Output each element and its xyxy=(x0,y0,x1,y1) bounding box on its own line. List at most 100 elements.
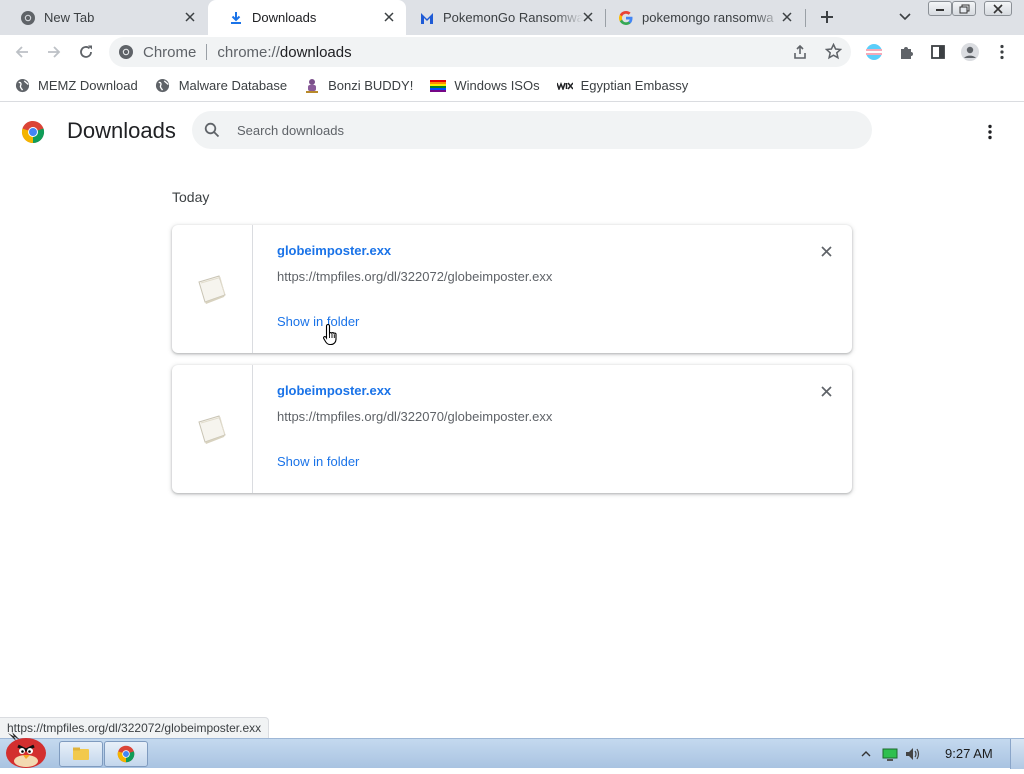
tab-separator xyxy=(805,9,806,27)
restore-icon xyxy=(959,4,969,13)
tab-google-search[interactable]: pokemongo ransomwa xyxy=(606,0,804,35)
show-hidden-icons-button[interactable] xyxy=(858,746,874,762)
file-url[interactable]: https://tmpfiles.org/dl/322070/globeimpo… xyxy=(277,409,552,424)
download-item: globeimposter.exx https://tmpfiles.org/d… xyxy=(172,225,852,353)
bookmark-label: MEMZ Download xyxy=(38,78,138,93)
date-heading: Today xyxy=(172,189,210,205)
forward-button[interactable] xyxy=(40,38,68,66)
file-icon-cell xyxy=(172,365,253,493)
search-downloads[interactable] xyxy=(192,111,872,149)
taskbar-explorer[interactable] xyxy=(59,741,103,767)
address-bar[interactable]: Chrome chrome:// downloads xyxy=(109,37,851,67)
kebab-menu-icon xyxy=(988,124,992,140)
close-tab-icon[interactable] xyxy=(382,10,396,24)
bookmark-star-icon[interactable] xyxy=(824,42,843,64)
profile-button[interactable] xyxy=(956,38,984,66)
angry-bird-icon xyxy=(6,732,46,768)
search-icon xyxy=(204,121,222,139)
globe-icon xyxy=(155,78,171,94)
arrow-right-icon xyxy=(48,46,61,58)
wix-icon xyxy=(556,78,573,94)
side-panel-button[interactable] xyxy=(924,38,952,66)
kebab-menu-icon xyxy=(1000,44,1004,60)
chrome-icon xyxy=(118,44,134,60)
arrow-left-icon xyxy=(15,46,28,58)
taskbar-chrome[interactable] xyxy=(104,741,148,767)
chevron-up-icon xyxy=(861,751,871,757)
bonzi-icon xyxy=(304,78,320,94)
bookmark-label: Egyptian Embassy xyxy=(580,78,689,93)
tab-strip: New Tab Downloads PokemonGo Ransomwa pok… xyxy=(0,0,1024,35)
reload-button[interactable] xyxy=(72,38,100,66)
show-in-folder-link[interactable]: Show in folder xyxy=(277,454,359,469)
folder-icon xyxy=(73,747,89,760)
tab-title: PokemonGo Ransomwa xyxy=(443,10,583,25)
bookmarks-bar: MEMZ Download Malware Database Bonzi BUD… xyxy=(0,70,1024,102)
google-icon xyxy=(618,10,634,26)
url-scheme: chrome:// xyxy=(217,43,280,61)
tab-title: pokemongo ransomwa xyxy=(642,10,774,25)
file-icon xyxy=(198,275,226,304)
minimize-window-button[interactable] xyxy=(928,1,952,16)
new-tab-button[interactable] xyxy=(815,5,839,29)
bookmark-windows-isos[interactable]: Windows ISOs xyxy=(430,78,540,94)
file-name-link[interactable]: globeimposter.exx xyxy=(277,383,391,398)
reload-icon xyxy=(80,45,92,58)
minimize-icon xyxy=(936,8,944,11)
more-actions-button[interactable] xyxy=(978,120,1002,144)
close-tab-icon[interactable] xyxy=(780,10,794,24)
restore-window-button[interactable] xyxy=(952,1,976,16)
tab-downloads[interactable]: Downloads xyxy=(208,0,406,35)
close-icon xyxy=(820,385,832,397)
chevron-down-icon xyxy=(899,13,911,21)
bookmark-malware-database[interactable]: Malware Database xyxy=(155,78,287,94)
bookmark-label: Windows ISOs xyxy=(454,78,540,93)
download-icon xyxy=(228,10,244,26)
tab-new-tab[interactable]: New Tab xyxy=(0,0,207,35)
file-icon xyxy=(198,415,226,444)
download-item: globeimposter.exx https://tmpfiles.org/d… xyxy=(172,365,852,493)
close-tab-icon[interactable] xyxy=(581,10,595,24)
remove-download-button[interactable] xyxy=(816,381,836,401)
close-tab-icon[interactable] xyxy=(183,10,197,24)
browser-menu-button[interactable] xyxy=(988,38,1016,66)
trans-flag-icon xyxy=(866,44,882,60)
chrome-icon xyxy=(20,10,36,26)
downloads-header: Downloads xyxy=(0,103,1024,159)
browser-toolbar: Chrome chrome:// downloads xyxy=(0,35,1024,70)
show-desktop-button[interactable] xyxy=(1010,739,1024,769)
file-name-link[interactable]: globeimposter.exx xyxy=(277,243,391,258)
remove-download-button[interactable] xyxy=(816,241,836,261)
bookmark-bonzi-buddy[interactable]: Bonzi BUDDY! xyxy=(304,78,413,94)
back-button[interactable] xyxy=(8,38,36,66)
url-host: downloads xyxy=(279,43,352,61)
bookmark-memz-download[interactable]: MEMZ Download xyxy=(14,78,138,94)
globe-icon xyxy=(14,78,30,94)
tab-title: New Tab xyxy=(44,10,95,25)
site-label: Chrome xyxy=(143,43,197,61)
volume-tray-icon[interactable] xyxy=(905,746,921,762)
network-tray-icon[interactable] xyxy=(882,746,898,762)
extension-button[interactable] xyxy=(860,38,888,66)
plus-icon xyxy=(821,11,833,23)
chrome-icon xyxy=(117,745,135,763)
file-url[interactable]: https://tmpfiles.org/dl/322072/globeimpo… xyxy=(277,269,552,284)
tab-search-button[interactable] xyxy=(893,5,917,29)
file-icon-cell xyxy=(172,225,253,353)
start-button[interactable] xyxy=(2,729,50,774)
puzzle-icon xyxy=(900,46,913,59)
tab-pokemongo-ransomware[interactable]: PokemonGo Ransomwa xyxy=(407,0,605,35)
bookmark-egyptian-embassy[interactable]: Egyptian Embassy xyxy=(556,78,689,94)
page-title: Downloads xyxy=(67,118,176,143)
share-icon[interactable] xyxy=(792,44,808,64)
show-in-folder-link[interactable]: Show in folder xyxy=(277,314,359,329)
search-input[interactable] xyxy=(237,122,837,138)
bookmark-label: Bonzi BUDDY! xyxy=(328,78,414,93)
omnibox-divider xyxy=(206,44,208,60)
close-icon xyxy=(820,245,832,257)
avatar-icon xyxy=(961,43,979,61)
extensions-button[interactable] xyxy=(892,38,920,66)
bookmark-label: Malware Database xyxy=(178,78,288,93)
close-window-button[interactable] xyxy=(984,1,1012,16)
taskbar-clock[interactable]: 9:27 AM xyxy=(945,746,993,761)
